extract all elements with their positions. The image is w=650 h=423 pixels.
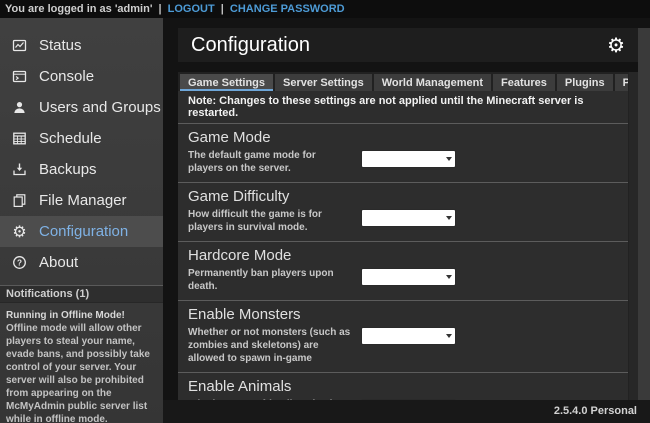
- setting-title: Hardcore Mode: [188, 247, 628, 264]
- select-wrapper: [361, 326, 456, 345]
- vertical-scrollbar[interactable]: [628, 72, 638, 400]
- setting-game-mode: Game Mode The default game mode for play…: [178, 124, 638, 183]
- tab-plugins[interactable]: Plugins: [557, 74, 613, 91]
- setting-enable-animals: Enable Animals Whether or not friendly a…: [178, 373, 638, 400]
- sidebar: Status Console Users and Groups Schedule: [0, 18, 163, 423]
- users-icon: [11, 99, 28, 116]
- select-wrapper: [361, 208, 456, 227]
- sidebar-item-label: Users and Groups: [39, 99, 161, 116]
- sidebar-item-label: Console: [39, 68, 94, 85]
- setting-hardcore-mode: Hardcore Mode Permanently ban players up…: [178, 242, 638, 301]
- change-password-link[interactable]: CHANGE PASSWORD: [230, 3, 345, 15]
- notifications-body: Running in Offline Mode! Offline mode wi…: [0, 303, 163, 423]
- setting-title: Game Mode: [188, 129, 628, 146]
- sidebar-item-label: Backups: [39, 161, 97, 178]
- tab-server-settings[interactable]: Server Settings: [275, 74, 372, 91]
- sidebar-item-label: Schedule: [39, 130, 102, 147]
- footer: 2.5.4.0 Personal: [163, 400, 650, 423]
- tab-bar: Game Settings Server Settings World Mana…: [178, 72, 638, 91]
- notification-title: Running in Offline Mode!: [6, 309, 157, 322]
- right-margin-strip: [638, 28, 650, 400]
- logout-link[interactable]: LOGOUT: [168, 3, 215, 15]
- select-wrapper: [361, 149, 456, 168]
- separator: |: [159, 3, 162, 15]
- sidebar-item-configuration[interactable]: ⚙ Configuration: [0, 216, 163, 247]
- setting-description: Whether or not monsters (such as zombies…: [188, 326, 353, 365]
- configuration-panel: Game Settings Server Settings World Mana…: [178, 72, 638, 400]
- backups-icon: [11, 161, 28, 178]
- sidebar-item-label: File Manager: [39, 192, 127, 209]
- sidebar-item-label: About: [39, 254, 78, 271]
- panel-header: Configuration ⚙: [178, 28, 638, 62]
- sidebar-item-label: Configuration: [39, 223, 128, 240]
- gear-icon[interactable]: ⚙: [607, 35, 638, 55]
- main-area: Configuration ⚙ Game Settings Server Set…: [163, 18, 650, 423]
- setting-description: The default game mode for players on the…: [188, 149, 353, 175]
- question-icon: ?: [11, 254, 28, 271]
- logged-in-text: You are logged in as 'admin': [5, 3, 152, 15]
- top-bar: You are logged in as 'admin' | LOGOUT | …: [0, 0, 650, 18]
- setting-title: Enable Monsters: [188, 306, 628, 323]
- separator: |: [221, 3, 224, 15]
- gear-icon: ⚙: [11, 223, 28, 240]
- sidebar-item-users-and-groups[interactable]: Users and Groups: [0, 92, 163, 123]
- svg-text:?: ?: [17, 258, 22, 267]
- file-manager-icon: [11, 192, 28, 209]
- schedule-icon: [11, 130, 28, 147]
- sidebar-item-status[interactable]: Status: [0, 30, 163, 61]
- sidebar-item-schedule[interactable]: Schedule: [0, 123, 163, 154]
- sidebar-item-backups[interactable]: Backups: [0, 154, 163, 185]
- setting-description: How difficult the game is for players in…: [188, 208, 353, 234]
- tab-features[interactable]: Features: [493, 74, 555, 91]
- version-label: 2.5.4.0 Personal: [554, 405, 637, 417]
- sidebar-item-console[interactable]: Console: [0, 61, 163, 92]
- status-icon: [11, 37, 28, 54]
- sidebar-item-about[interactable]: ? About: [0, 247, 163, 278]
- tab-world-management[interactable]: World Management: [374, 74, 491, 91]
- console-icon: [11, 68, 28, 85]
- sidebar-nav: Status Console Users and Groups Schedule: [0, 18, 163, 278]
- tab-game-settings[interactable]: Game Settings: [180, 74, 273, 91]
- game-mode-select[interactable]: [361, 150, 456, 168]
- sidebar-item-file-manager[interactable]: File Manager: [0, 185, 163, 216]
- setting-description: Permanently ban players upon death.: [188, 267, 353, 293]
- enable-monsters-select[interactable]: [361, 327, 456, 345]
- select-wrapper: [361, 267, 456, 286]
- setting-title: Game Difficulty: [188, 188, 628, 205]
- notifications-header: Notifications (1): [0, 285, 163, 303]
- sidebar-item-label: Status: [39, 37, 82, 54]
- page-title: Configuration: [178, 34, 607, 57]
- game-difficulty-select[interactable]: [361, 209, 456, 227]
- setting-game-difficulty: Game Difficulty How difficult the game i…: [178, 183, 638, 242]
- restart-note: Note: Changes to these settings are not …: [178, 91, 638, 124]
- setting-title: Enable Animals: [188, 378, 628, 395]
- hardcore-mode-select[interactable]: [361, 268, 456, 286]
- notification-text: Offline mode will allow other players to…: [6, 322, 157, 423]
- setting-enable-monsters: Enable Monsters Whether or not monsters …: [178, 301, 638, 373]
